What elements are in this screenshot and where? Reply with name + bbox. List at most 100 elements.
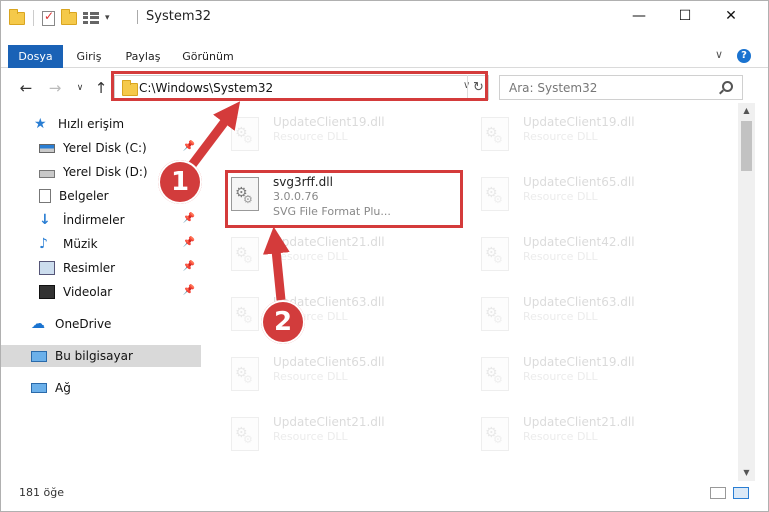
sidebar-item-local-disk-c[interactable]: Yerel Disk (C:) 📌 <box>1 137 201 159</box>
file-type: Resource DLL <box>273 370 348 383</box>
forward-button[interactable]: → <box>45 78 65 98</box>
list-item[interactable]: UpdateClient21.dll Resource DLL <box>478 411 718 459</box>
file-name: UpdateClient42.dll <box>523 235 635 249</box>
list-item[interactable]: UpdateClient65.dll Resource DLL <box>478 171 718 219</box>
sidebar-item-label: Hızlı erişim <box>58 117 125 131</box>
list-item[interactable]: UpdateClient21.dll Resource DLL <box>228 411 468 459</box>
tab-share[interactable]: Paylaş <box>119 45 167 68</box>
tab-file[interactable]: Dosya <box>8 45 63 68</box>
sidebar-item-this-pc[interactable]: Bu bilgisayar <box>1 345 201 367</box>
search-icon[interactable] <box>722 81 733 92</box>
title-bar: ▾ System32 — ☐ ✕ <box>1 1 768 33</box>
sidebar-item-label: Resimler <box>63 261 116 275</box>
pin-icon: 📌 <box>182 213 195 224</box>
list-item[interactable]: UpdateClient63.dll Resource DLL <box>478 291 718 339</box>
file-name: UpdateClient19.dll <box>523 115 635 129</box>
dll-file-icon <box>231 297 259 331</box>
sidebar-item-music[interactable]: ♪ Müzik 📌 <box>1 233 201 255</box>
recent-locations-button[interactable]: ∨ <box>70 78 90 98</box>
tab-view[interactable]: Görünüm <box>177 45 239 68</box>
file-name: UpdateClient19.dll <box>523 355 635 369</box>
collapse-ribbon-icon[interactable]: ∨ <box>715 48 723 61</box>
file-name: UpdateClient21.dll <box>273 415 385 429</box>
file-name: UpdateClient65.dll <box>523 175 635 189</box>
back-button[interactable]: ← <box>16 78 36 98</box>
search-input[interactable]: Ara: System32 <box>509 81 597 95</box>
help-icon[interactable]: ? <box>737 49 751 63</box>
scroll-up-button[interactable]: ▲ <box>738 103 755 119</box>
file-type: Resource DLL <box>523 310 598 323</box>
large-icons-view-button[interactable] <box>733 487 749 499</box>
file-type: Resource DLL <box>273 430 348 443</box>
list-item[interactable]: UpdateClient19.dll Resource DLL <box>478 351 718 399</box>
cloud-icon: ☁ <box>31 316 45 332</box>
sidebar-item-videos[interactable]: Videolar 📌 <box>1 281 201 303</box>
file-name: UpdateClient21.dll <box>523 415 635 429</box>
sidebar-item-quick-access[interactable]: ★ Hızlı erişim <box>1 113 201 135</box>
sidebar-item-label: Ağ <box>55 381 71 395</box>
vertical-scrollbar[interactable]: ▲ ▼ <box>738 103 755 481</box>
details-view-button[interactable] <box>710 487 726 499</box>
list-item[interactable]: UpdateClient19.dll Resource DLL <box>478 111 718 159</box>
sidebar-item-pictures[interactable]: Resimler 📌 <box>1 257 201 279</box>
file-type: Resource DLL <box>273 250 348 263</box>
view-options-icon[interactable] <box>83 11 99 25</box>
file-name: UpdateClient21.dll <box>273 235 385 249</box>
music-icon: ♪ <box>39 236 48 252</box>
sidebar-item-label: Müzik <box>63 237 98 251</box>
sidebar-item-label: Videolar <box>63 285 113 299</box>
file-type: Resource DLL <box>523 130 598 143</box>
drive-icon <box>39 143 55 153</box>
sidebar-item-label: İndirmeler <box>63 213 125 227</box>
sidebar-item-label: Bu bilgisayar <box>55 349 133 363</box>
sidebar-item-onedrive[interactable]: ☁ OneDrive <box>1 313 201 335</box>
scroll-down-button[interactable]: ▼ <box>738 465 755 481</box>
status-bar: 181 öğe <box>1 481 768 511</box>
dll-file-icon <box>481 417 509 451</box>
drive-icon <box>39 169 55 178</box>
new-folder-icon[interactable] <box>61 8 77 25</box>
search-box[interactable]: Ara: System32 <box>499 75 743 100</box>
sidebar-item-label: Belgeler <box>59 189 109 203</box>
dll-file-icon <box>231 417 259 451</box>
item-count: 181 öğe <box>19 486 64 499</box>
customize-toolbar-icon[interactable]: ▾ <box>105 13 110 23</box>
list-item[interactable]: UpdateClient42.dll Resource DLL <box>478 231 718 279</box>
pin-icon: 📌 <box>182 141 195 152</box>
dll-file-icon <box>481 297 509 331</box>
minimize-button[interactable]: — <box>616 1 662 31</box>
properties-icon[interactable] <box>42 9 55 26</box>
file-type: Resource DLL <box>273 130 348 143</box>
sidebar-item-downloads[interactable]: ↓ İndirmeler 📌 <box>1 209 201 231</box>
star-icon: ★ <box>34 116 47 132</box>
dll-file-icon <box>231 357 259 391</box>
sidebar-item-label: Yerel Disk (D:) <box>63 165 148 179</box>
list-item[interactable]: UpdateClient65.dll Resource DLL <box>228 351 468 399</box>
tab-home[interactable]: Giriş <box>67 45 111 68</box>
ribbon-tabs: Dosya Giriş Paylaş Görünüm ∨ ? <box>1 45 768 68</box>
step-2-marker: 2 <box>261 300 305 344</box>
dll-file-icon <box>481 177 509 211</box>
file-highlight <box>225 170 463 228</box>
maximize-button[interactable]: ☐ <box>662 1 708 31</box>
file-list: UpdateClient19.dll Resource DLL svg3rff.… <box>216 108 738 468</box>
document-icon <box>39 189 51 203</box>
computer-icon <box>31 350 47 362</box>
sidebar-item-network[interactable]: Ağ <box>1 377 201 399</box>
scroll-thumb[interactable] <box>741 121 752 171</box>
dll-file-icon <box>481 117 509 151</box>
video-icon <box>39 285 55 299</box>
folder-icon <box>9 8 25 25</box>
dll-file-icon <box>231 237 259 271</box>
list-item[interactable]: UpdateClient19.dll Resource DLL <box>228 111 468 159</box>
sidebar-item-label: OneDrive <box>55 317 112 331</box>
quick-access-toolbar: ▾ <box>9 8 110 27</box>
file-type: Resource DLL <box>523 430 598 443</box>
toolbar-divider <box>33 10 34 26</box>
up-button[interactable]: ↑ <box>91 78 111 98</box>
window-title: System32 <box>146 9 212 24</box>
close-button[interactable]: ✕ <box>708 1 754 31</box>
list-item[interactable]: UpdateClient21.dll Resource DLL <box>228 231 468 279</box>
file-name: UpdateClient63.dll <box>523 295 635 309</box>
dll-file-icon <box>481 357 509 391</box>
